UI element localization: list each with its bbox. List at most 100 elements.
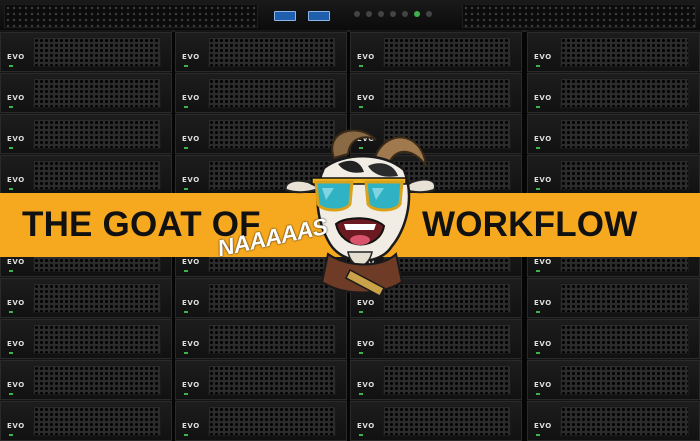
drive-bay: EVO [527, 360, 700, 400]
drive-label: EVO [534, 299, 552, 307]
drive-label: EVO [7, 299, 25, 307]
drive-bay: EVO [175, 32, 347, 72]
drive-activity-led-icon [536, 188, 540, 190]
drive-tray-mesh [560, 37, 689, 67]
drive-label: EVO [182, 381, 200, 389]
chassis-front-panel [0, 0, 700, 32]
drive-tray-mesh [560, 324, 689, 354]
drive-bay: EVO [527, 401, 700, 441]
drive-label: EVO [7, 381, 25, 389]
drive-tray-mesh [560, 406, 689, 436]
drive-activity-led-icon [184, 188, 188, 190]
drive-activity-led-icon [9, 65, 13, 67]
drive-bay: EVO [175, 360, 347, 400]
usb-port-icon [274, 11, 296, 21]
drive-tray-mesh [383, 324, 511, 354]
drive-label: EVO [357, 53, 375, 61]
drive-tray-mesh [33, 324, 161, 354]
drive-bay: EVO [0, 73, 172, 113]
drive-label: EVO [357, 422, 375, 430]
drive-activity-led-icon [536, 434, 540, 436]
status-led-icon [390, 11, 396, 17]
drive-bay: EVO [527, 32, 700, 72]
drive-tray-mesh [383, 37, 511, 67]
drive-tray-mesh [33, 283, 161, 313]
drive-activity-led-icon [184, 434, 188, 436]
drive-tray-mesh [208, 37, 336, 67]
drive-bay: EVO [350, 32, 522, 72]
drive-tray-mesh [208, 78, 336, 108]
drive-activity-led-icon [536, 393, 540, 395]
drive-activity-led-icon [536, 65, 540, 67]
drive-label: EVO [182, 258, 200, 266]
drive-activity-led-icon [9, 147, 13, 149]
drive-bay: EVO [527, 114, 700, 154]
drive-bay: EVO [175, 73, 347, 113]
drive-activity-led-icon [184, 352, 188, 354]
drive-tray-mesh [560, 365, 689, 395]
drive-label: EVO [7, 176, 25, 184]
status-led-icon [366, 11, 372, 17]
drive-label: EVO [182, 135, 200, 143]
drive-tray-mesh [33, 406, 161, 436]
drive-label: EVO [7, 94, 25, 102]
drive-activity-led-icon [359, 434, 363, 436]
drive-bay: EVO [0, 114, 172, 154]
drive-activity-led-icon [359, 352, 363, 354]
drive-activity-led-icon [536, 270, 540, 272]
goat-mascot-icon [284, 129, 436, 298]
drive-label: EVO [182, 422, 200, 430]
drive-tray-mesh [33, 119, 161, 149]
drive-bay: EVO [0, 278, 172, 318]
drive-tray-mesh [560, 78, 689, 108]
drive-label: EVO [534, 53, 552, 61]
io-panel [262, 2, 458, 28]
drive-activity-led-icon [536, 147, 540, 149]
vent-mesh-right [462, 4, 696, 28]
drive-label: EVO [7, 53, 25, 61]
drive-label: EVO [7, 340, 25, 348]
drive-activity-led-icon [359, 393, 363, 395]
drive-bay: EVO [350, 73, 522, 113]
drive-bay: EVO [0, 360, 172, 400]
drive-bay: EVO [527, 319, 700, 359]
drive-activity-led-icon [184, 65, 188, 67]
drive-activity-led-icon [9, 311, 13, 313]
drive-tray-mesh [208, 324, 336, 354]
drive-tray-mesh [208, 406, 336, 436]
drive-label: EVO [357, 94, 375, 102]
drive-label: EVO [7, 422, 25, 430]
drive-activity-led-icon [9, 106, 13, 108]
power-led-icon [354, 11, 360, 17]
drive-bay: EVO [527, 278, 700, 318]
drive-label: EVO [182, 299, 200, 307]
drive-label: EVO [534, 422, 552, 430]
vent-mesh-left [4, 4, 258, 28]
drive-label: EVO [182, 94, 200, 102]
drive-bay: EVO [0, 32, 172, 72]
drive-label: EVO [534, 94, 552, 102]
drive-label: EVO [7, 135, 25, 143]
drive-bay: EVO [350, 319, 522, 359]
drive-bay: EVO [350, 360, 522, 400]
drive-label: EVO [182, 340, 200, 348]
status-led-icon [426, 11, 432, 17]
drive-tray-mesh [208, 365, 336, 395]
drive-bay: EVO [175, 319, 347, 359]
drive-activity-led-icon [184, 311, 188, 313]
drive-activity-led-icon [184, 393, 188, 395]
drive-label: EVO [7, 258, 25, 266]
drive-activity-led-icon [184, 106, 188, 108]
drive-activity-led-icon [536, 352, 540, 354]
status-led-icon [414, 11, 420, 17]
drive-tray-mesh [560, 119, 689, 149]
drive-bay: EVO [175, 401, 347, 441]
drive-tray-mesh [33, 365, 161, 395]
status-led-icon [378, 11, 384, 17]
drive-tray-mesh [560, 160, 689, 190]
drive-bay: EVO [527, 155, 700, 195]
drive-bay: EVO [0, 401, 172, 441]
drive-activity-led-icon [359, 311, 363, 313]
drive-label: EVO [534, 381, 552, 389]
drive-activity-led-icon [184, 147, 188, 149]
